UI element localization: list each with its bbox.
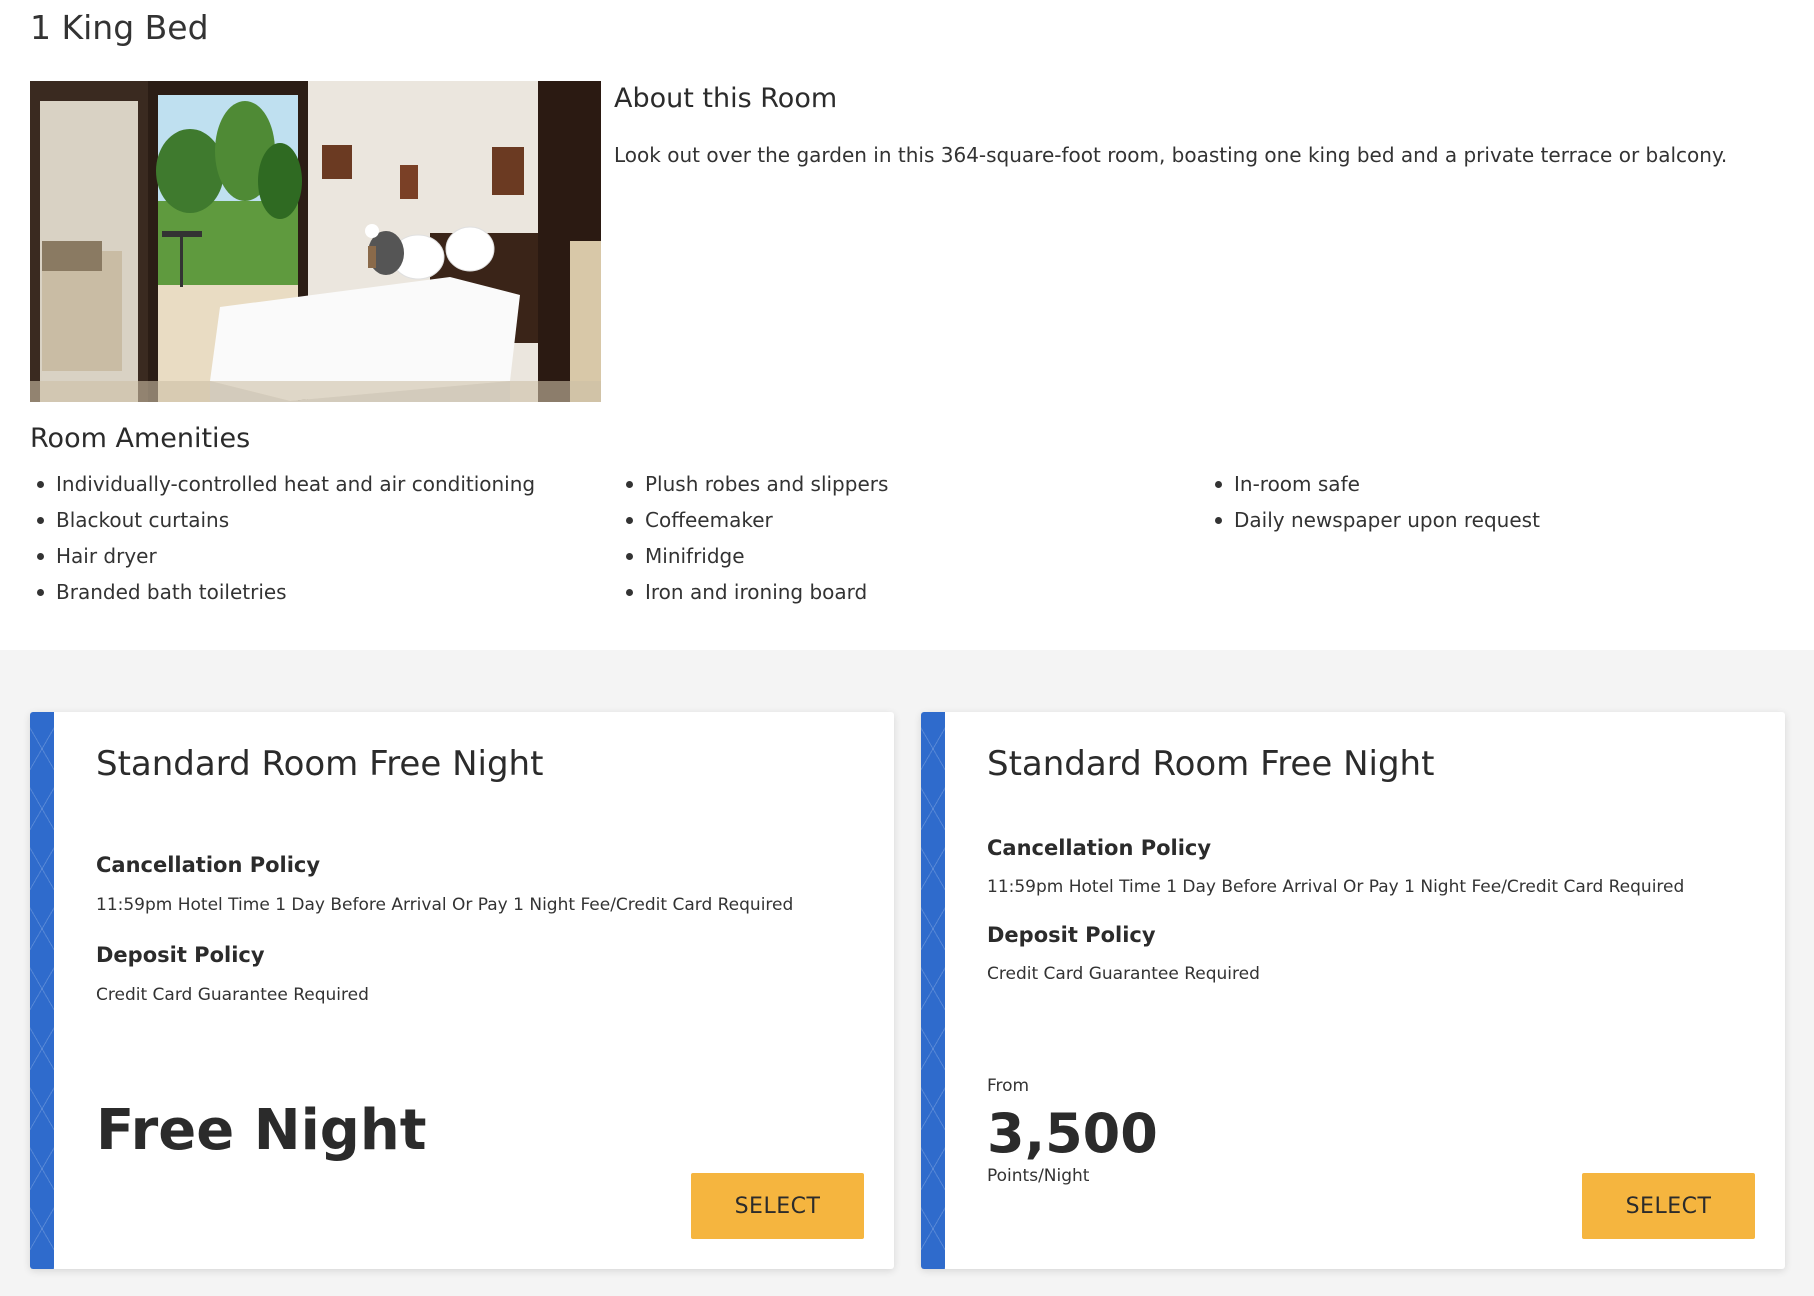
rate-points-unit: Points/Night — [987, 1166, 1090, 1186]
cancellation-policy-label: Cancellation Policy — [96, 853, 321, 877]
rates-section: Standard Room Free Night Cancellation Po… — [0, 650, 1814, 1296]
deposit-policy-label: Deposit Policy — [96, 943, 265, 967]
amenity-item: Daily newspaper upon request — [1208, 502, 1540, 538]
rate-card-points: Standard Room Free Night Cancellation Po… — [921, 712, 1785, 1269]
cancellation-policy-label: Cancellation Policy — [987, 836, 1212, 860]
about-room-heading: About this Room — [614, 83, 838, 114]
cancellation-policy-text: 11:59pm Hotel Time 1 Day Before Arrival … — [987, 877, 1685, 897]
amenity-item: Individually-controlled heat and air con… — [30, 466, 535, 502]
amenity-item: Hair dryer — [30, 538, 535, 574]
select-button[interactable]: SELECT — [1582, 1173, 1755, 1239]
deposit-policy-text: Credit Card Guarantee Required — [987, 964, 1260, 984]
rate-card-free-night: Standard Room Free Night Cancellation Po… — [30, 712, 894, 1269]
about-room-description: Look out over the garden in this 364-squ… — [614, 143, 1728, 167]
card-accent-stripe — [921, 712, 945, 1269]
deposit-policy-text: Credit Card Guarantee Required — [96, 985, 369, 1005]
rate-price: Free Night — [96, 1098, 427, 1163]
amenity-item: Branded bath toiletries — [30, 574, 535, 610]
rate-points-value: 3,500 — [987, 1102, 1158, 1165]
amenities-column-1: Individually-controlled heat and air con… — [30, 466, 535, 610]
amenity-item: Minifridge — [619, 538, 888, 574]
cancellation-policy-text: 11:59pm Hotel Time 1 Day Before Arrival … — [96, 895, 794, 915]
room-photo — [30, 81, 601, 402]
room-title: 1 King Bed — [30, 8, 209, 47]
amenities-heading: Room Amenities — [30, 423, 251, 454]
card-accent-stripe — [30, 712, 54, 1269]
amenity-item: In-room safe — [1208, 466, 1540, 502]
amenity-item: Blackout curtains — [30, 502, 535, 538]
room-details-section: 1 King Bed About this Room Look out over… — [0, 0, 1814, 650]
deposit-policy-label: Deposit Policy — [987, 923, 1156, 947]
select-button[interactable]: SELECT — [691, 1173, 864, 1239]
rate-title: Standard Room Free Night — [96, 744, 544, 784]
rate-title: Standard Room Free Night — [987, 744, 1435, 784]
amenities-column-2: Plush robes and slippers Coffeemaker Min… — [619, 466, 888, 610]
amenity-item: Plush robes and slippers — [619, 466, 888, 502]
amenity-item: Coffeemaker — [619, 502, 888, 538]
amenity-item: Iron and ironing board — [619, 574, 888, 610]
amenities-column-3: In-room safe Daily newspaper upon reques… — [1208, 466, 1540, 538]
price-from-label: From — [987, 1076, 1030, 1096]
